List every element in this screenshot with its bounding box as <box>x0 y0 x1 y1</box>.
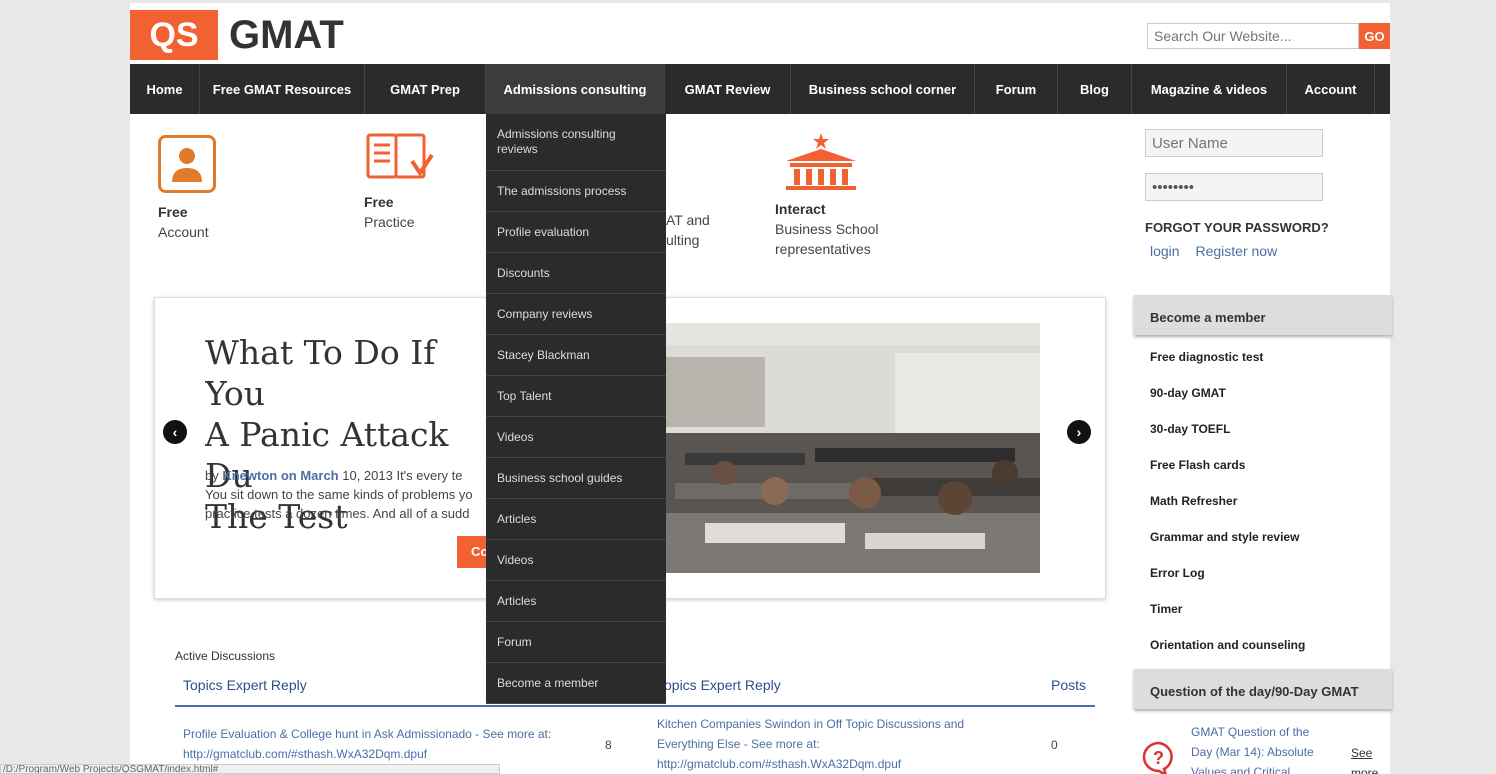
column-header-posts: Posts <box>1051 677 1087 693</box>
feature-title: Free <box>364 194 394 210</box>
search-button[interactable]: GO <box>1359 23 1390 49</box>
dropdown-item[interactable]: Stacey Blackman <box>486 335 666 376</box>
feature-free-practice[interactable]: Free Practice <box>364 192 415 232</box>
member-item[interactable]: Error Log <box>1150 566 1305 602</box>
dropdown-item[interactable]: Top Talent <box>486 376 666 417</box>
member-list: Free diagnostic test 90-day GMAT 30-day … <box>1150 350 1305 674</box>
nav-business-school-corner[interactable]: Business school corner <box>791 64 975 114</box>
member-item[interactable]: Grammar and style review <box>1150 530 1305 566</box>
practice-book-icon[interactable] <box>366 131 434 187</box>
feature-partial: AT and ulting <box>666 210 710 250</box>
dropdown-item[interactable]: The admissions process <box>486 171 666 212</box>
dropdown-item[interactable]: Articles <box>486 499 666 540</box>
forgot-password-link[interactable]: FORGOT YOUR PASSWORD? <box>1145 220 1329 235</box>
nav-home[interactable]: Home <box>130 64 200 114</box>
logo-mark[interactable]: QS <box>130 10 218 60</box>
feature-title: Free <box>158 204 188 220</box>
nav-magazine-videos[interactable]: Magazine & videos <box>1132 64 1287 114</box>
nav-forum[interactable]: Forum <box>975 64 1058 114</box>
browser-status-bar: /D:/Program/Web Projects/QSGMAT/index.ht… <box>0 764 500 774</box>
feature-line: ulting <box>666 232 700 248</box>
continue-button[interactable]: Co <box>457 536 487 568</box>
dropdown-item[interactable]: Articles <box>486 581 666 622</box>
active-discussions-title: Active Discussions <box>175 649 276 663</box>
account-icon[interactable] <box>158 135 216 193</box>
member-item[interactable]: 30-day TOEFL <box>1150 422 1305 458</box>
slider-next-button[interactable]: › <box>1067 420 1091 444</box>
main-nav: Home Free GMAT Resources GMAT Prep Admis… <box>130 64 1390 114</box>
feature-subtitle: Business School representatives <box>775 221 879 257</box>
qotd-text[interactable]: GMAT Question of the Day (Mar 14): Absol… <box>1191 722 1341 774</box>
question-icon: ? <box>1142 741 1173 774</box>
feature-free-account[interactable]: Free Account <box>158 202 209 242</box>
feature-subtitle: Account <box>158 224 209 240</box>
dropdown-item[interactable]: Profile evaluation <box>486 212 666 253</box>
member-item[interactable]: 90-day GMAT <box>1150 386 1305 422</box>
dropdown-item[interactable]: Discounts <box>486 253 666 294</box>
qotd-more[interactable]: more <box>1351 763 1378 774</box>
discussion-link[interactable]: Profile Evaluation & College hunt in Ask… <box>183 724 551 764</box>
dropdown-item[interactable]: Forum <box>486 622 666 663</box>
business-school-icon[interactable] <box>776 131 866 193</box>
member-item[interactable]: Free Flash cards <box>1150 458 1305 494</box>
dropdown-item[interactable]: Become a member <box>486 663 666 704</box>
feature-interact[interactable]: Interact Business School representatives <box>775 199 879 259</box>
username-field[interactable] <box>1145 129 1323 157</box>
slide-excerpt: by Knewton on March 10, 2013 It's every … <box>205 466 495 523</box>
feature-line: AT and <box>666 212 710 228</box>
dropdown-item[interactable]: Videos <box>486 540 666 581</box>
nav-blog[interactable]: Blog <box>1058 64 1132 114</box>
dropdown-item[interactable]: Business school guides <box>486 458 666 499</box>
slide-author[interactable]: Knewton on March <box>222 468 338 483</box>
logo-text[interactable]: GMAT <box>229 13 344 58</box>
feature-title: Interact <box>775 201 826 217</box>
login-links: login Register now <box>1150 243 1289 259</box>
qotd-see[interactable]: See <box>1351 743 1372 763</box>
admissions-dropdown-menu: Admissions consulting reviews The admiss… <box>486 114 666 704</box>
nav-gmat-prep[interactable]: GMAT Prep <box>365 64 486 114</box>
dropdown-item[interactable]: Company reviews <box>486 294 666 335</box>
member-item[interactable]: Timer <box>1150 602 1305 638</box>
discussion-count: 0 <box>1051 738 1058 752</box>
slide-date: 10, 2013 It's every te <box>338 468 463 483</box>
discussion-link[interactable]: Kitchen Companies Swindon in Off Topic D… <box>657 714 964 774</box>
nav-free-resources[interactable]: Free GMAT Resources <box>200 64 365 114</box>
question-of-day-header: Question of the day/90-Day GMAT <box>1134 669 1392 709</box>
nav-admissions-consulting[interactable]: Admissions consulting <box>486 64 665 114</box>
nav-gmat-review[interactable]: GMAT Review <box>665 64 791 114</box>
slide-body: You sit down to the same kinds of proble… <box>205 487 473 521</box>
column-header-topics: Topics Expert Reply <box>183 677 307 693</box>
login-link[interactable]: login <box>1150 243 1180 259</box>
register-link[interactable]: Register now <box>1195 243 1277 259</box>
member-item[interactable]: Math Refresher <box>1150 494 1305 530</box>
column-header-topics: Topics Expert Reply <box>657 677 781 693</box>
search-input[interactable] <box>1147 23 1359 49</box>
feature-subtitle: Practice <box>364 214 415 230</box>
dropdown-item[interactable]: Admissions consulting reviews <box>486 114 666 171</box>
exam-room-photo <box>665 323 1040 573</box>
nav-account[interactable]: Account <box>1287 64 1375 114</box>
slider-prev-button[interactable]: ‹ <box>163 420 187 444</box>
password-field[interactable] <box>1145 173 1323 201</box>
member-item[interactable]: Free diagnostic test <box>1150 350 1305 386</box>
page: QS GMAT GO Home Free GMAT Resources GMAT… <box>130 0 1392 774</box>
header-divider <box>175 705 1095 707</box>
become-member-header: Become a member <box>1134 295 1392 335</box>
dropdown-item[interactable]: Videos <box>486 417 666 458</box>
search-bar: GO <box>1147 23 1390 49</box>
svg-text:?: ? <box>1153 748 1164 768</box>
slide-by: by <box>205 468 223 483</box>
discussion-count: 8 <box>605 738 612 752</box>
